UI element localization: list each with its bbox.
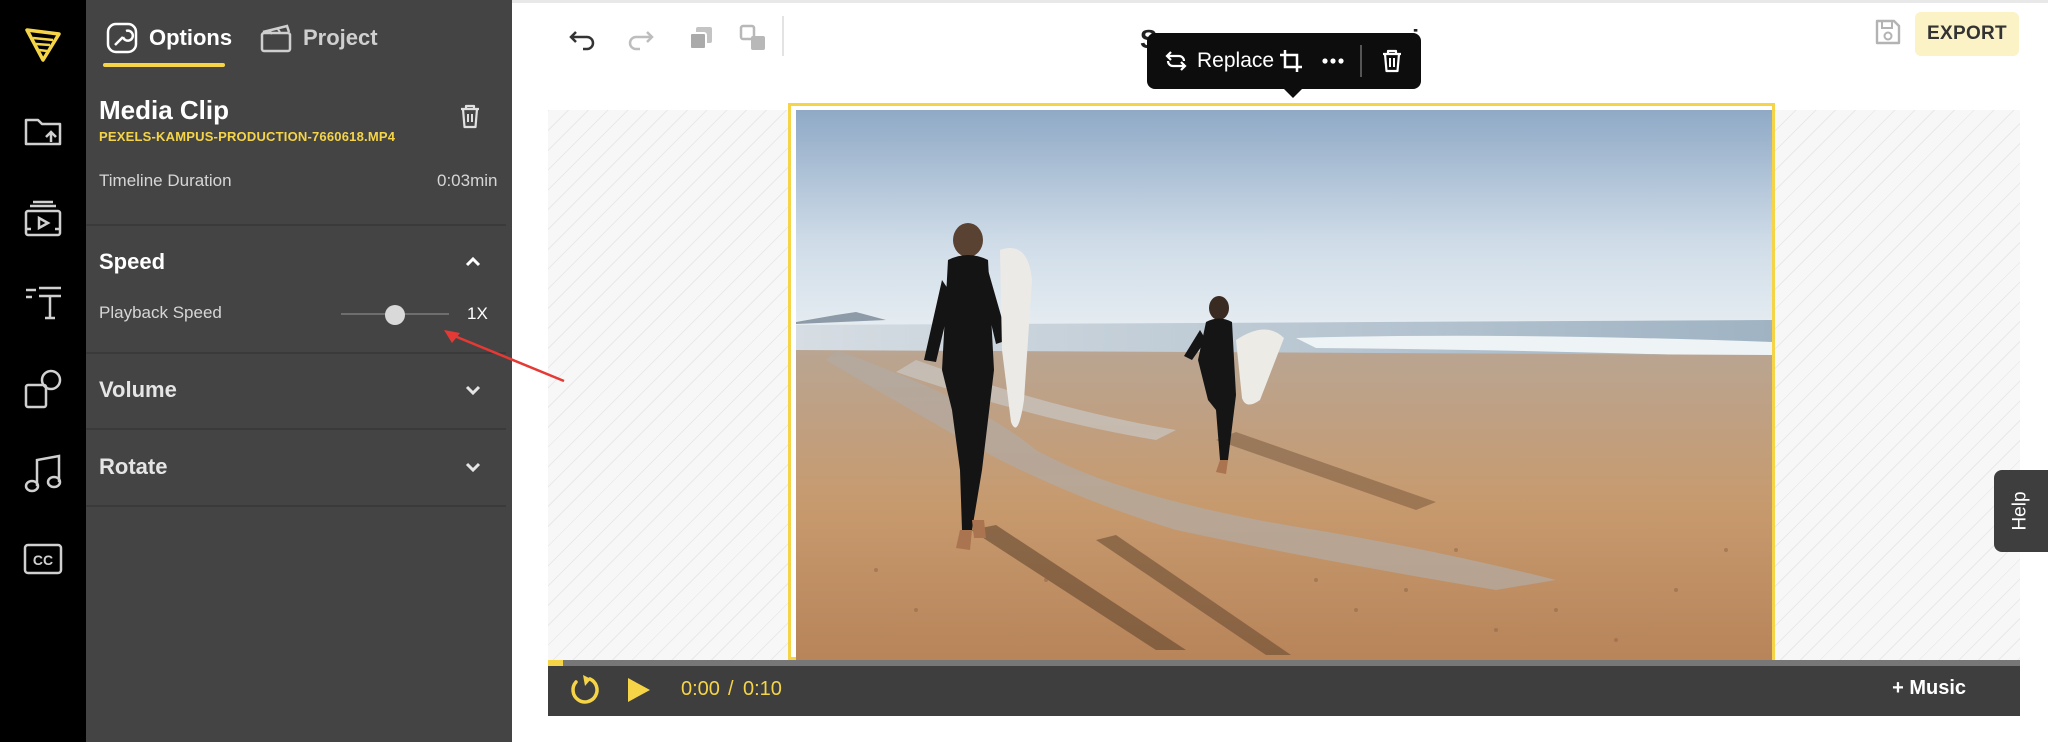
replace-label: Replace (1197, 49, 1275, 72)
arrange-icon (739, 24, 765, 50)
export-button[interactable]: EXPORT (1915, 12, 2019, 56)
video-preview[interactable] (796, 110, 1772, 660)
top-border (512, 0, 2048, 3)
clip-popover: Replace (1147, 33, 1421, 98)
playback-speed-label: Playback Speed (99, 303, 222, 322)
chevron-up-icon (465, 256, 481, 267)
project-icon (260, 24, 292, 53)
clip-filename: PEXELS-KAMPUS-PRODUCTION-7660618.MP4 (99, 129, 396, 144)
popover-divider (1360, 45, 1362, 77)
logo-icon[interactable] (19, 20, 67, 68)
help-label: Help (2009, 491, 2031, 531)
replay-icon[interactable] (566, 672, 602, 708)
crop-button[interactable] (1278, 33, 1304, 89)
chevron-down-icon (465, 462, 481, 473)
annotation-arrow (444, 330, 565, 383)
delete-icon (1383, 49, 1401, 73)
arrange-button[interactable] (733, 18, 773, 58)
active-tab-indicator (103, 63, 225, 67)
add-music-button[interactable]: + Music (1892, 677, 1966, 700)
playback-speed-value: 1X (467, 304, 488, 323)
save-icon[interactable] (1872, 16, 1904, 48)
toolbar-divider (782, 16, 784, 56)
play-icon[interactable] (620, 672, 656, 708)
redo-icon (628, 31, 654, 51)
delete-clip-icon[interactable] (454, 100, 486, 132)
replace-button[interactable]: Replace (1163, 33, 1274, 89)
volume-section-title: Volume (99, 377, 177, 402)
media-library-icon[interactable] (19, 195, 67, 243)
duplicate-icon (689, 27, 712, 50)
clip-title: Media Clip (99, 95, 230, 125)
more-icon (1322, 58, 1344, 64)
duplicate-button[interactable] (681, 18, 721, 58)
speed-section-header[interactable]: Speed (99, 242, 499, 282)
help-tab[interactable]: Help (1994, 470, 2048, 552)
replace-icon (1165, 51, 1187, 71)
divider (86, 505, 506, 507)
tab-project-label: Project (303, 25, 378, 50)
total-time: 0:10 (743, 678, 782, 700)
progress-track[interactable] (548, 660, 2020, 666)
tab-options[interactable]: Options (105, 18, 232, 58)
rotate-section-header[interactable]: Rotate (99, 447, 499, 487)
tab-options-label: Options (149, 25, 233, 50)
rotate-section-title: Rotate (99, 454, 168, 479)
timeline-duration-label: Timeline Duration (99, 171, 232, 190)
elements-icon[interactable] (19, 365, 67, 413)
current-time: 0:00 (681, 678, 720, 700)
divider (86, 428, 506, 430)
music-icon[interactable] (19, 450, 67, 498)
progress-fill (548, 660, 563, 666)
playback-speed-slider-handle[interactable] (385, 305, 405, 325)
svg-text:CC: CC (33, 552, 53, 568)
text-icon[interactable] (19, 278, 67, 326)
options-icon (106, 22, 138, 54)
beach-surfers-image (796, 110, 1772, 660)
delete-button[interactable] (1379, 33, 1405, 89)
timeline-duration-value: 0:03min (437, 171, 498, 190)
panel-tabs: Options Project (86, 0, 512, 68)
subtitles-icon[interactable]: CC (19, 535, 67, 583)
crop-icon (1280, 50, 1302, 72)
divider (86, 224, 506, 226)
undo-button[interactable] (562, 18, 602, 58)
tab-project[interactable]: Project (259, 18, 378, 58)
icon-rail: CC (0, 0, 86, 742)
volume-section-header[interactable]: Volume (99, 370, 499, 410)
speed-section-title: Speed (99, 249, 166, 274)
playback-bar: 0:00 / 0:10 + Music (548, 660, 2020, 716)
undo-icon (569, 31, 595, 51)
upload-folder-icon[interactable] (19, 106, 67, 154)
more-options-button[interactable] (1320, 33, 1346, 89)
redo-button[interactable] (621, 18, 661, 58)
time-separator: / (728, 678, 734, 700)
